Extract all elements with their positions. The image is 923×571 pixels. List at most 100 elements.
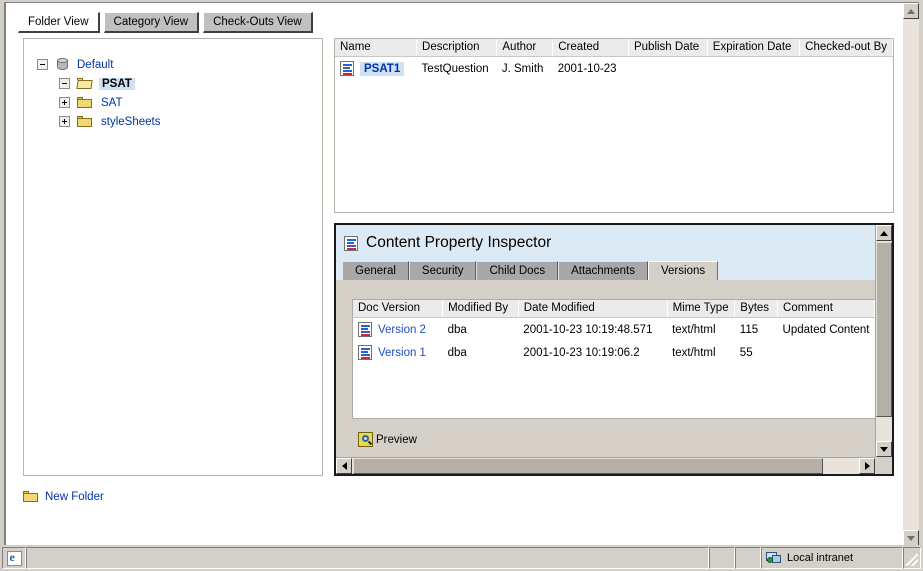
column-header-comment[interactable]: Comment [778, 300, 875, 318]
version-link-1[interactable]: Version 1 [378, 347, 426, 359]
scroll-thumb-horizontal[interactable] [353, 458, 823, 474]
tab-folder-view[interactable]: Folder View [18, 12, 100, 33]
scroll-right-button[interactable] [859, 458, 875, 474]
tab-versions[interactable]: Versions [648, 261, 718, 280]
column-header-bytes[interactable]: Bytes [735, 300, 778, 318]
new-folder-action[interactable]: New Folder [23, 490, 104, 503]
view-tab-bar: Folder View Category View Check-Outs Vie… [18, 12, 313, 33]
tree-expander-psat[interactable] [59, 78, 70, 89]
column-header-checked-out-by[interactable]: Checked-out By [800, 39, 893, 57]
column-header-publish-date[interactable]: Publish Date [628, 39, 707, 57]
cell-doc-version: Version 1 [353, 341, 443, 364]
tree-expander-default[interactable] [37, 59, 48, 70]
tree-node-default[interactable]: Default [24, 55, 322, 74]
tree-node-sat[interactable]: SAT [24, 93, 322, 112]
table-row[interactable]: PSAT1 TestQuestion J. Smith 2001-10-23 [335, 57, 893, 81]
version-link-2[interactable]: Version 2 [378, 324, 426, 336]
folder-icon [77, 96, 93, 109]
column-header-author[interactable]: Author [497, 39, 553, 57]
table-header-row: Name Description Author Created Publish … [335, 39, 893, 57]
window-resize-grip[interactable] [903, 547, 921, 569]
page-vertical-scrollbar[interactable] [903, 3, 919, 545]
tab-attachments[interactable]: Attachments [558, 261, 648, 280]
tree-node-psat[interactable]: PSAT [24, 74, 322, 93]
preview-label[interactable]: Preview [376, 434, 417, 446]
cell-comment [778, 341, 875, 364]
page-scroll-up-button[interactable] [903, 3, 919, 19]
tab-category-view[interactable]: Category View [104, 12, 200, 33]
document-icon [358, 345, 372, 360]
tree-label-default[interactable]: Default [77, 59, 113, 71]
tree-label-stylesheets[interactable]: styleSheets [101, 116, 160, 128]
cell-mime-type: text/html [667, 341, 735, 364]
document-link-psat1[interactable]: PSAT1 [360, 62, 404, 76]
tab-general[interactable]: General [342, 261, 409, 280]
folder-tree-panel: Default PSAT SAT [23, 38, 323, 476]
status-security-zone[interactable]: Local intranet [761, 547, 903, 569]
column-header-expiration-date[interactable]: Expiration Date [707, 39, 799, 57]
scroll-left-button[interactable] [336, 458, 352, 474]
column-header-description[interactable]: Description [417, 39, 497, 57]
status-bar: Local intranet [2, 547, 921, 569]
browser-window: Folder View Category View Check-Outs Vie… [0, 0, 923, 571]
cell-created: 2001-10-23 [553, 57, 629, 81]
cell-bytes: 115 [735, 318, 778, 342]
table-row[interactable]: Version 2 dba 2001-10-23 10:19:48.571 te… [353, 318, 875, 342]
tree-label-sat[interactable]: SAT [101, 97, 123, 109]
column-header-modified-by[interactable]: Modified By [443, 300, 519, 318]
cell-modified-by: dba [443, 341, 519, 364]
status-page-icon-panel [2, 547, 26, 569]
tree-expander-sat[interactable] [59, 97, 70, 108]
preview-action[interactable]: Preview [358, 432, 417, 447]
column-header-date-modified[interactable]: Date Modified [518, 300, 667, 318]
scroll-thumb-vertical[interactable] [876, 242, 892, 417]
cell-modified-by: dba [443, 318, 519, 342]
status-message [26, 547, 709, 569]
cell-comment: Updated Content [778, 318, 875, 342]
cell-name: PSAT1 [335, 57, 417, 81]
scroll-down-button[interactable] [876, 441, 892, 457]
table-header-row: Doc Version Modified By Date Modified Mi… [353, 300, 875, 318]
content-property-inspector: Content Property Inspector General Secur… [334, 223, 894, 476]
inspector-tab-bar: General Security Child Docs Attachments … [336, 261, 875, 280]
local-intranet-icon [766, 551, 782, 565]
folder-icon [23, 490, 39, 503]
cell-mime-type: text/html [667, 318, 735, 342]
status-zone-label: Local intranet [787, 552, 853, 564]
inspector-vertical-scrollbar[interactable] [875, 225, 892, 457]
cell-expiration-date [707, 57, 799, 81]
content-list-table: Name Description Author Created Publish … [335, 39, 893, 80]
page-content-area: Folder View Category View Check-Outs Vie… [4, 2, 919, 545]
content-list-panel: Name Description Author Created Publish … [334, 38, 894, 213]
tree-expander-stylesheets[interactable] [59, 116, 70, 127]
tab-check-outs-view[interactable]: Check-Outs View [203, 12, 313, 33]
cell-author: J. Smith [497, 57, 553, 81]
scrollbar-corner [875, 457, 892, 474]
ie-page-icon [7, 551, 22, 566]
cell-checked-out-by [800, 57, 893, 81]
cell-date-modified: 2001-10-23 10:19:06.2 [518, 341, 667, 364]
cell-date-modified: 2001-10-23 10:19:48.571 [518, 318, 667, 342]
tree-label-psat[interactable]: PSAT [99, 78, 135, 90]
column-header-mime-type[interactable]: Mime Type [667, 300, 735, 318]
tree-node-stylesheets[interactable]: styleSheets [24, 112, 322, 131]
column-header-created[interactable]: Created [553, 39, 629, 57]
scroll-up-button[interactable] [876, 225, 892, 241]
column-header-name[interactable]: Name [335, 39, 417, 57]
column-header-doc-version[interactable]: Doc Version [353, 300, 443, 318]
table-row[interactable]: Version 1 dba 2001-10-23 10:19:06.2 text… [353, 341, 875, 364]
folder-icon [77, 115, 93, 128]
inspector-header: Content Property Inspector [336, 225, 875, 261]
folder-open-icon [77, 77, 93, 90]
inspector-horizontal-scrollbar[interactable] [336, 457, 892, 474]
document-icon [340, 61, 354, 76]
inspector-title: Content Property Inspector [366, 234, 551, 252]
document-icon [358, 322, 372, 337]
cell-description: TestQuestion [417, 57, 497, 81]
new-folder-label[interactable]: New Folder [45, 491, 104, 503]
tab-child-docs[interactable]: Child Docs [476, 261, 558, 280]
status-spacer-1 [709, 547, 735, 569]
page-scroll-down-button[interactable] [903, 530, 919, 545]
tab-security[interactable]: Security [409, 261, 477, 280]
versions-table-panel: Doc Version Modified By Date Modified Mi… [352, 299, 875, 419]
